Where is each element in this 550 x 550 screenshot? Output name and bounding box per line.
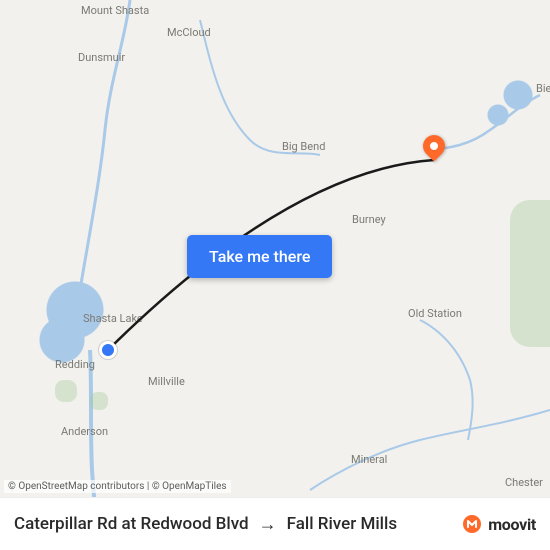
route-footer: Caterpillar Rd at Redwood Blvd → Fall Ri…	[0, 497, 550, 550]
attribution-openmaptiles[interactable]: © OpenMapTiles	[152, 481, 227, 492]
origin-pin[interactable]	[99, 341, 117, 359]
attribution-osm[interactable]: © OpenStreetMap contributors	[8, 481, 144, 492]
forest-patch	[90, 392, 108, 410]
map-attribution: © OpenStreetMap contributors | © OpenMap…	[4, 480, 231, 493]
route-from-label: Caterpillar Rd at Redwood Blvd	[14, 514, 249, 534]
forest-patch	[510, 200, 550, 347]
forest-patch	[55, 380, 77, 402]
moovit-logo-icon	[462, 514, 482, 534]
arrow-right-icon: →	[259, 514, 277, 535]
take-me-there-button[interactable]: Take me there	[187, 235, 332, 278]
map[interactable]: Mount Shasta McCloud Dunsmuir Big Bend B…	[0, 0, 550, 497]
destination-pin[interactable]	[423, 135, 445, 157]
route-to-label: Fall River Mills	[287, 514, 397, 534]
moovit-logo[interactable]: moovit	[462, 514, 536, 534]
moovit-logo-text: moovit	[488, 515, 536, 534]
